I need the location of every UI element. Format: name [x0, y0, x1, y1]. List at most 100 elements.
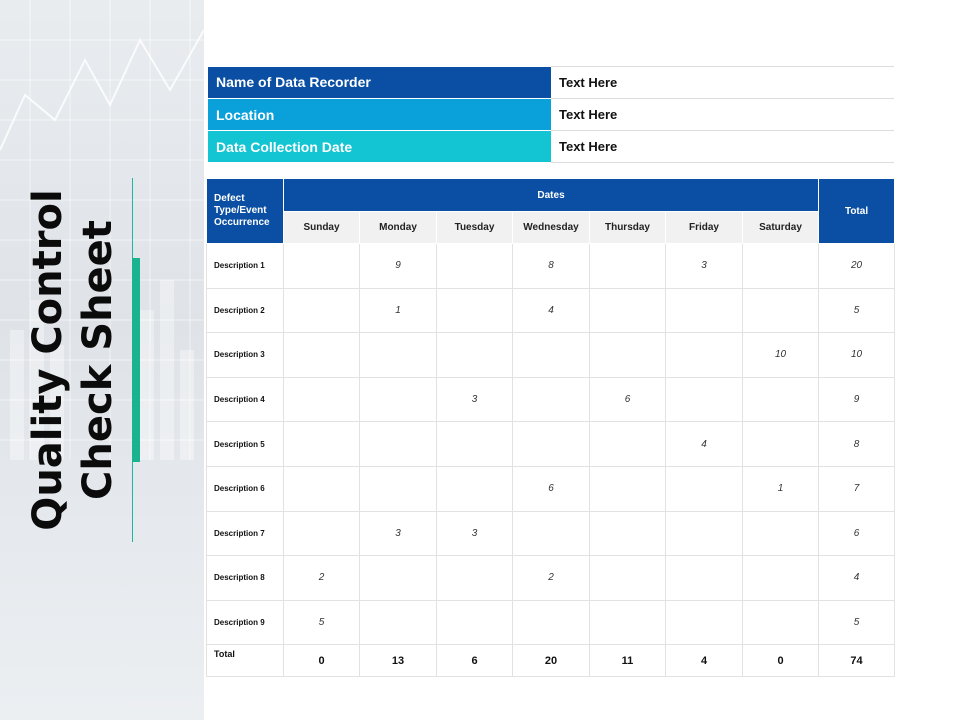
table-row: Description 7 33 6: [206, 510, 896, 557]
info-row-location: Location Text Here: [208, 98, 894, 131]
tally-cell: [589, 555, 666, 601]
total-row: Total 0 13 6 20 11 4 0 74: [206, 644, 896, 678]
tally-cell: [665, 555, 743, 601]
defect-header-line-2: Type/Event: [214, 205, 267, 216]
tally-cell: 1: [359, 287, 437, 334]
row-label: Description 6: [206, 465, 284, 512]
tally-cell: 3: [359, 510, 437, 557]
page-title: Quality Control Check Sheet: [23, 160, 133, 560]
tally-cell: [283, 376, 360, 423]
row-total: 7: [818, 465, 896, 512]
tally-cell: [359, 465, 437, 512]
row-total: 20: [818, 243, 896, 289]
row-label: Description 2: [206, 287, 284, 334]
day-header-monday: Monday: [359, 211, 437, 244]
row-label: Description 3: [206, 332, 284, 378]
row-label: Description 1: [206, 243, 284, 289]
tally-cell: [436, 599, 513, 646]
tally-cell: 5: [283, 599, 360, 646]
tally-cell: [665, 376, 743, 423]
tally-cell: [665, 510, 743, 557]
info-row-recorder: Name of Data Recorder Text Here: [208, 66, 894, 99]
row-label: Description 8: [206, 555, 284, 601]
info-label-recorder: Name of Data Recorder: [208, 66, 551, 99]
title-line-1: Quality Control: [25, 189, 71, 531]
tally-cell: [589, 287, 666, 334]
row-total: 4: [818, 555, 896, 601]
tally-cell: [741, 555, 820, 601]
day-header-friday: Friday: [665, 211, 743, 244]
row-total: 5: [818, 599, 896, 646]
tally-cell: 6: [589, 376, 666, 423]
tally-cell: 10: [741, 332, 820, 378]
day-total-cell: 4: [665, 644, 743, 678]
tally-cell: [512, 510, 590, 557]
tally-cell: [283, 465, 360, 512]
tally-cell: [741, 243, 820, 289]
tally-cell: 4: [512, 287, 590, 334]
day-total-cell: 20: [512, 644, 590, 678]
table-row: Description 6 6 17: [206, 465, 896, 512]
tally-cell: [359, 376, 437, 423]
tally-cell: [665, 599, 743, 646]
row-total: 8: [818, 421, 896, 467]
day-total-cell: 0: [741, 644, 820, 678]
tally-cell: [589, 243, 666, 289]
row-label: Description 4: [206, 376, 284, 423]
day-header-wednesday: Wednesday: [512, 211, 590, 244]
table-row: Description 955: [206, 599, 896, 646]
tally-cell: [741, 599, 820, 646]
tally-cell: [665, 332, 743, 378]
tally-cell: 3: [436, 376, 513, 423]
tally-cell: [589, 510, 666, 557]
tally-cell: 1: [741, 465, 820, 512]
tally-cell: [665, 465, 743, 512]
day-header-saturday: Saturday: [741, 211, 820, 244]
accent-bar: [132, 258, 140, 462]
tally-cell: [589, 599, 666, 646]
table-row: Description 3 10 10: [206, 332, 896, 378]
tally-cell: [512, 599, 590, 646]
tally-cell: 8: [512, 243, 590, 289]
tally-cell: [512, 421, 590, 467]
table-row: Description 2 1 4 5: [206, 287, 896, 334]
tally-cell: [359, 421, 437, 467]
tally-cell: [283, 421, 360, 467]
info-label-date: Data Collection Date: [208, 130, 551, 163]
info-row-date: Data Collection Date Text Here: [208, 130, 894, 163]
tally-cell: [741, 510, 820, 557]
tally-cell: 3: [665, 243, 743, 289]
row-label: Description 5: [206, 421, 284, 467]
tally-cell: 3: [436, 510, 513, 557]
tally-cell: [589, 465, 666, 512]
dates-header: Dates: [282, 178, 820, 212]
row-total: 5: [818, 287, 896, 334]
row-total: 9: [818, 376, 896, 423]
tally-cell: [436, 555, 513, 601]
tally-cell: [283, 332, 360, 378]
tally-cell: 4: [665, 421, 743, 467]
tally-cell: [512, 376, 590, 423]
tally-cell: [283, 243, 360, 289]
table-row: Description 8224: [206, 555, 896, 601]
info-value-recorder: Text Here: [551, 66, 894, 99]
tally-cell: [359, 332, 437, 378]
info-label-location: Location: [208, 98, 551, 131]
tally-cell: [741, 376, 820, 423]
tally-cell: 9: [359, 243, 437, 289]
tally-cell: [741, 287, 820, 334]
day-header-tuesday: Tuesday: [436, 211, 513, 244]
tally-cell: [436, 287, 513, 334]
info-table: Name of Data Recorder Text Here Location…: [208, 66, 894, 163]
day-total-cell: 11: [589, 644, 666, 678]
total-row-label: Total: [206, 644, 284, 678]
row-label: Description 7: [206, 510, 284, 557]
defect-header-line-3: Occurrence: [214, 217, 270, 228]
tally-cell: [436, 243, 513, 289]
defect-header: Defect Type/Event Occurrence: [206, 178, 284, 244]
tally-cell: [359, 599, 437, 646]
tally-cell: 2: [283, 555, 360, 601]
row-label: Description 9: [206, 599, 284, 646]
total-header: Total: [818, 178, 896, 244]
tally-cell: [436, 332, 513, 378]
